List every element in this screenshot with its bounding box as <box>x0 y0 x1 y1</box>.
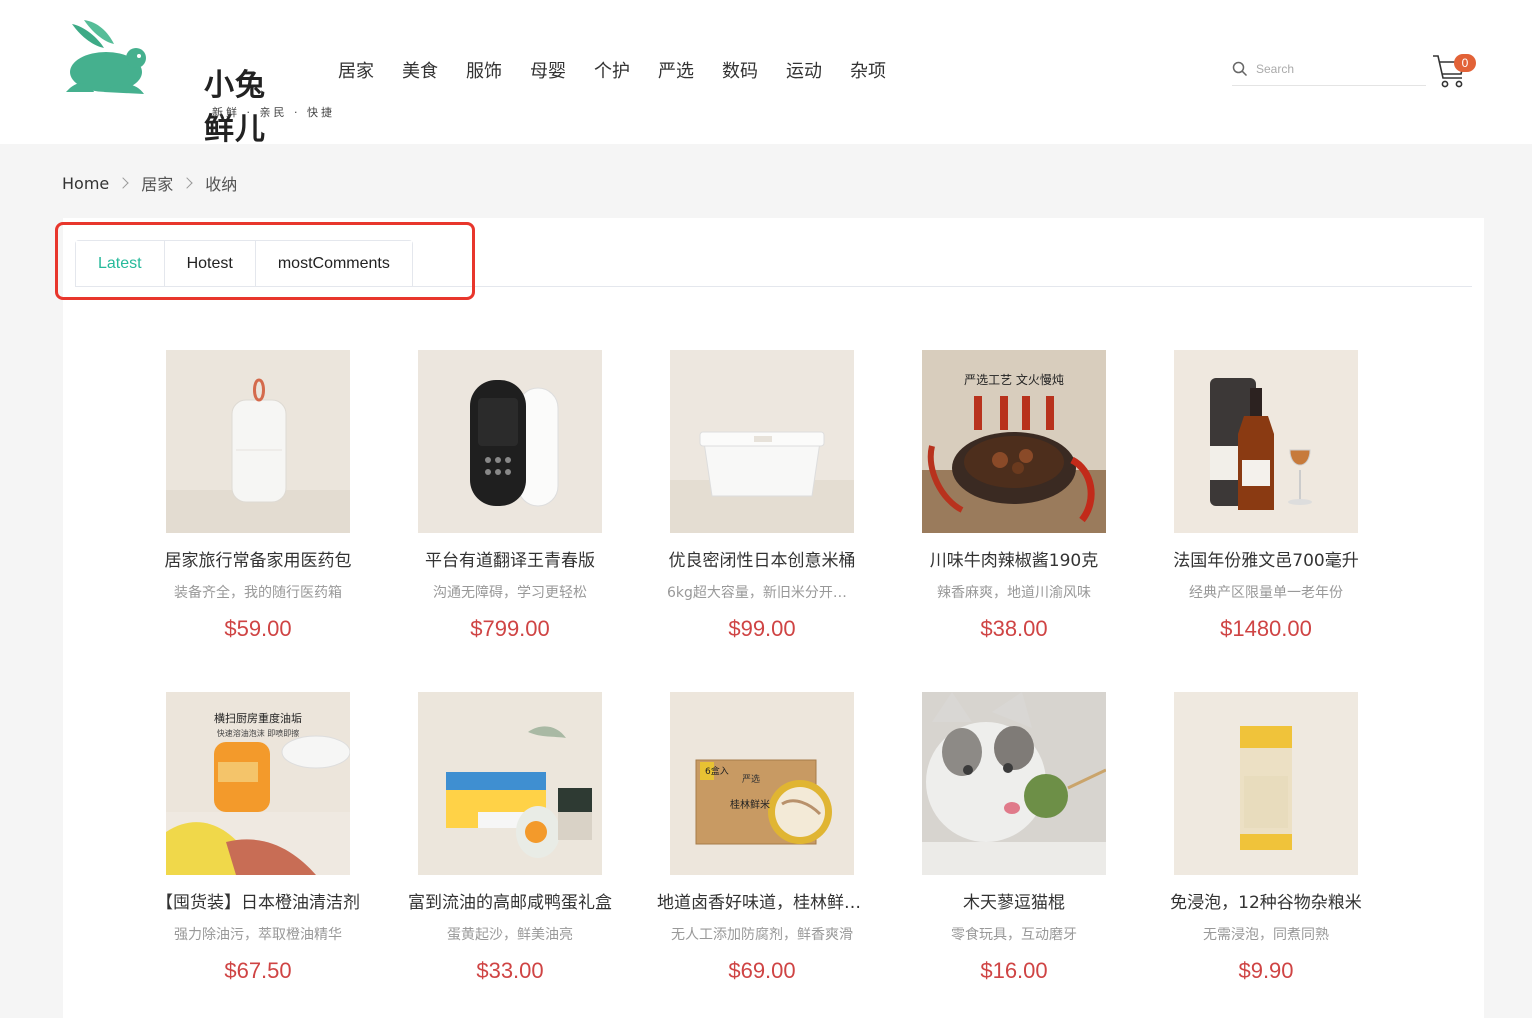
cleaner-image-sublabel: 快速溶油泡沫 即喷即擦 <box>217 728 300 738</box>
product-name: 优良密闭性日本创意米桶 <box>668 551 856 571</box>
product-price: $1480.00 <box>1220 616 1312 641</box>
cleaner-image-label: 横扫厨房重度油垢 <box>214 711 302 725</box>
breadcrumb-category[interactable]: 居家 <box>141 171 173 195</box>
chili-sauce-image-label: 严选工艺 文火慢炖 <box>964 372 1064 387</box>
nav-item-clothing[interactable]: 服饰 <box>466 57 502 83</box>
product-price: $99.00 <box>728 616 796 641</box>
rabbit-logo-icon <box>66 20 146 94</box>
product-price: $69.00 <box>728 958 796 983</box>
search-box <box>1232 58 1426 86</box>
product-card[interactable]: 6盒入 严选 桂林鲜米 地道卤香好味道，桂林鲜米粉 无人工添加防腐剂，鲜香爽滑 … <box>657 678 877 998</box>
cart-count-badge: 0 <box>1454 54 1476 72</box>
logo[interactable]: 小兔鲜儿 新鲜 · 亲民 · 快捷 <box>64 20 332 147</box>
product-card[interactable]: 免浸泡，12种谷物杂粮米 无需浸泡，同煮同熟 $9.90 <box>1161 678 1381 998</box>
logo-slogan: 新鲜 · 亲民 · 快捷 <box>212 106 335 119</box>
nav-item-digital[interactable]: 数码 <box>722 57 758 83</box>
product-desc: 装备齐全，我的随行医药箱 <box>174 585 342 601</box>
product-card[interactable]: 富到流油的高邮咸鸭蛋礼盒 蛋黄起沙，鲜美油亮 $33.00 <box>405 678 625 998</box>
product-card[interactable]: 法国年份雅文邑700毫升 经典产区限量单一老年份 $1480.00 <box>1161 336 1381 656</box>
product-name: 川味牛肉辣椒酱190克 <box>929 551 1099 571</box>
chevron-right-icon <box>181 177 193 189</box>
product-name: 【囤货装】日本橙油清洁剂 <box>156 893 360 913</box>
product-desc: 强力除油污，萃取橙油精华 <box>174 927 342 943</box>
product-desc: 辣香麻爽，地道川渝风味 <box>937 585 1091 601</box>
search-input[interactable] <box>1256 62 1421 76</box>
product-name: 木天蓼逗猫棍 <box>963 893 1065 913</box>
noodle-brand-label: 严选 <box>742 773 760 785</box>
cart-button[interactable]: 0 <box>1432 50 1480 90</box>
product-name: 免浸泡，12种谷物杂粮米 <box>1170 893 1362 913</box>
product-card[interactable]: 木天蓼逗猫棍 零食玩具，互动磨牙 $16.00 <box>909 678 1129 998</box>
product-image-first-aid-bag <box>166 350 350 533</box>
product-price: $16.00 <box>980 958 1048 983</box>
product-card[interactable]: 居家旅行常备家用医药包 装备齐全，我的随行医药箱 $59.00 <box>153 336 373 656</box>
product-card[interactable]: 平台有道翻译王青春版 沟通无障碍，学习更轻松 $799.00 <box>405 336 625 656</box>
product-card[interactable]: 优良密闭性日本创意米桶 6kg超大容量，新旧米分开储存 $99.00 <box>657 336 877 656</box>
product-image-rice-noodles: 6盒入 严选 桂林鲜米 <box>670 692 854 875</box>
product-image-chili-sauce: 严选工艺 文火慢炖 <box>922 350 1106 533</box>
breadcrumb-home[interactable]: Home <box>62 174 109 193</box>
product-name: 居家旅行常备家用医药包 <box>164 551 352 571</box>
nav-item-food[interactable]: 美食 <box>402 57 438 83</box>
product-name: 富到流油的高邮咸鸭蛋礼盒 <box>408 893 612 913</box>
noodle-name-label: 桂林鲜米 <box>730 798 770 811</box>
nav-item-personal-care[interactable]: 个护 <box>594 57 630 83</box>
product-price: $67.50 <box>224 958 292 983</box>
product-price: $59.00 <box>224 616 292 641</box>
product-panel: Latest Hotest mostComments 居家旅行常备家用医药包 装… <box>55 218 1484 1018</box>
product-price: $33.00 <box>476 958 544 983</box>
product-image-brandy-bottle <box>1174 350 1358 533</box>
product-name: 法国年份雅文邑700毫升 <box>1173 551 1359 571</box>
product-name: 地道卤香好味道，桂林鲜米粉 <box>657 893 867 913</box>
product-price: $38.00 <box>980 616 1048 641</box>
product-desc: 蛋黄起沙，鲜美油亮 <box>447 927 573 943</box>
site-header: 小兔鲜儿 新鲜 · 亲民 · 快捷 居家 美食 服饰 母婴 个护 严选 数码 运… <box>0 0 1532 147</box>
product-price: $799.00 <box>470 616 550 641</box>
product-desc: 零食玩具，互动磨牙 <box>951 927 1077 943</box>
breadcrumb-current: 收纳 <box>205 175 238 194</box>
product-image-grain-bag <box>1174 692 1358 875</box>
nav-item-misc[interactable]: 杂项 <box>850 57 886 83</box>
product-name: 平台有道翻译王青春版 <box>425 551 595 571</box>
nav-item-selected[interactable]: 严选 <box>658 57 694 83</box>
nav-item-home[interactable]: 居家 <box>338 57 374 83</box>
product-desc: 6kg超大容量，新旧米分开储存 <box>667 585 857 601</box>
product-image-orange-cleaner: 横扫厨房重度油垢 快速溶油泡沫 即喷即擦 <box>166 692 350 875</box>
chevron-right-icon <box>117 177 129 189</box>
nav-item-sports[interactable]: 运动 <box>786 57 822 83</box>
main-nav: 居家 美食 服饰 母婴 个护 严选 数码 运动 杂项 <box>338 57 914 83</box>
product-desc: 无人工添加防腐剂，鲜香爽滑 <box>671 927 853 943</box>
noodle-box-label: 6盒入 <box>705 765 729 777</box>
product-image-cat-toy <box>922 692 1106 875</box>
product-card[interactable]: 横扫厨房重度油垢 快速溶油泡沫 即喷即擦 【囤货装】日本橙油清洁剂 强力除油污，… <box>153 678 373 998</box>
product-desc: 无需浸泡，同煮同熟 <box>1203 927 1329 943</box>
product-desc: 沟通无障碍，学习更轻松 <box>433 585 587 601</box>
product-image-salted-duck-eggs <box>418 692 602 875</box>
breadcrumb: Home 居家 收纳 <box>62 171 237 195</box>
product-image-translator-device <box>418 350 602 533</box>
annotation-highlight-box <box>55 222 475 300</box>
nav-item-baby[interactable]: 母婴 <box>530 57 566 83</box>
search-icon <box>1232 61 1248 77</box>
product-price: $9.90 <box>1238 958 1294 983</box>
product-desc: 经典产区限量单一老年份 <box>1189 585 1343 601</box>
product-image-rice-bucket <box>670 350 854 533</box>
product-card[interactable]: 严选工艺 文火慢炖 川味牛肉辣椒酱190克 辣香麻爽，地道川渝风味 $38.00 <box>909 336 1129 656</box>
